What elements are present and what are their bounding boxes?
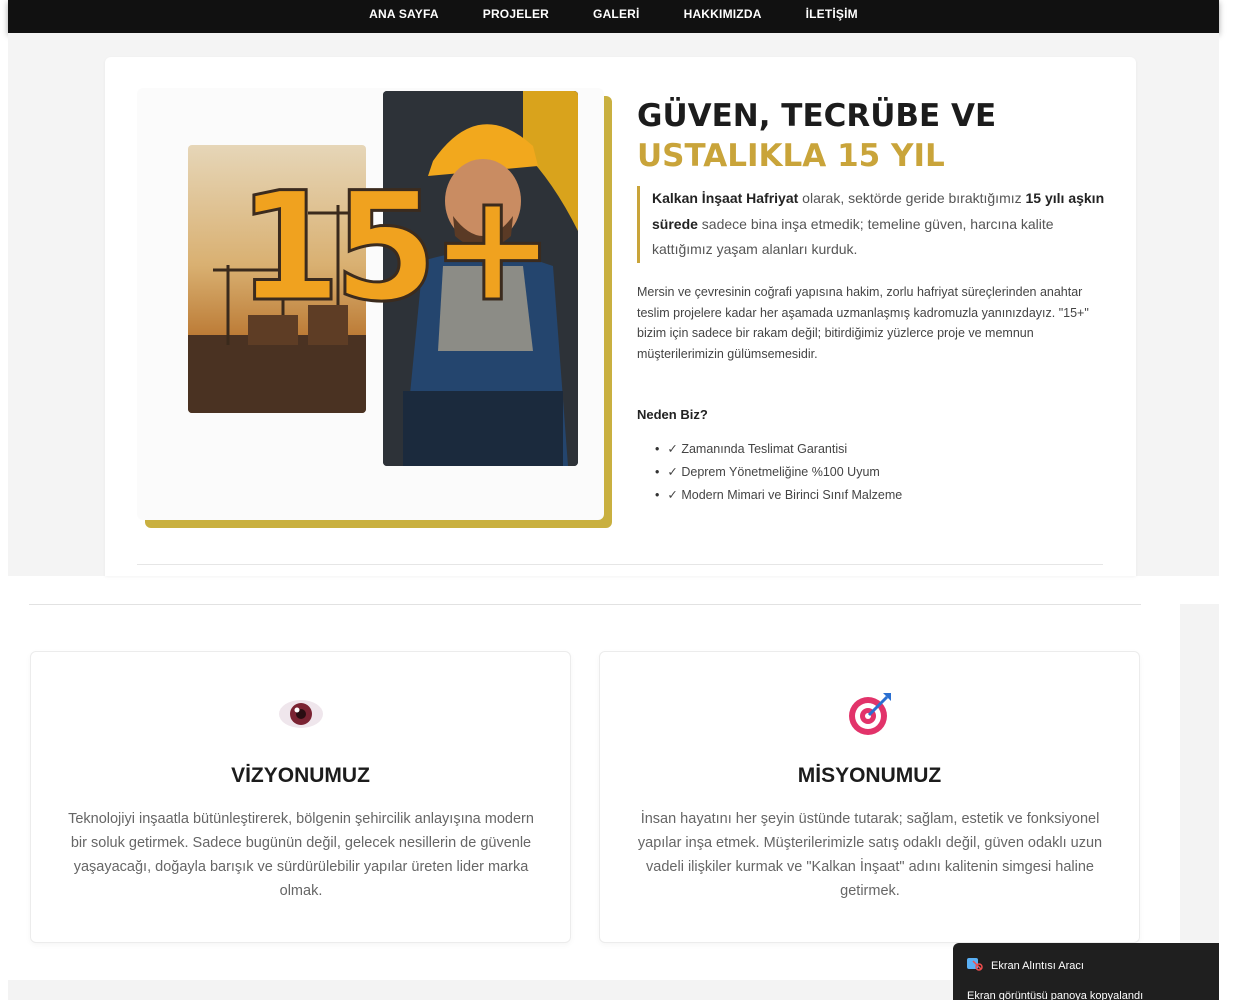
list-item: ✓ Zamanında Teslimat Garantisi xyxy=(655,438,902,461)
card-divider xyxy=(137,564,1103,565)
vision-title: VİZYONUMUZ xyxy=(231,764,370,787)
mission-card: MİSYONUMUZ İnsan hayatını her şeyin üstü… xyxy=(599,651,1140,943)
headline-line1: GÜVEN, TECRÜBE VE xyxy=(637,98,997,134)
headline-line2: USTALIKLA 15 YIL xyxy=(637,138,945,174)
section-divider xyxy=(29,604,1141,605)
nav-gallery[interactable]: GALERİ xyxy=(593,7,640,21)
eye-icon xyxy=(31,692,570,736)
snipping-tool-toast[interactable]: Ekran Alıntısı Aracı Ekran görüntüsü pan… xyxy=(953,943,1219,1000)
about-headline: GÜVEN, TECRÜBE VE USTALIKLA 15 YIL xyxy=(637,96,996,176)
page-edge-strip xyxy=(1180,604,1219,944)
vision-text: Teknolojiyi inşaatla bütünleştirerek, bö… xyxy=(68,811,534,899)
nav-projects[interactable]: PROJELER xyxy=(483,7,549,21)
main-nav: ANA SAYFA PROJELER GALERİ HAKKIMIZDA İLE… xyxy=(8,0,1219,27)
target-icon xyxy=(600,692,1139,736)
why-us-title: Neden Biz? xyxy=(637,407,708,422)
mission-text: İnsan hayatını her şeyin üstünde tutarak… xyxy=(637,811,1103,899)
about-image: 15+ xyxy=(137,88,604,520)
fifteen-plus-overlay: 15+ xyxy=(235,161,556,335)
why-us-list: ✓ Zamanında Teslimat Garantisi ✓ Deprem … xyxy=(655,438,902,507)
vision-card: VİZYONUMUZ Teknolojiyi inşaatla bütünleş… xyxy=(30,651,571,943)
mission-title: MİSYONUMUZ xyxy=(797,764,942,787)
nav-about[interactable]: HAKKIMIZDA xyxy=(684,7,762,21)
nav-contact[interactable]: İLETİŞİM xyxy=(806,7,858,21)
toast-message: Ekran görüntüsü panoya kopyalandı xyxy=(967,990,1144,1000)
lead-text-1: olarak, sektörde geride bıraktığımız xyxy=(798,190,1026,206)
about-lead: Kalkan İnşaat Hafriyat olarak, sektörde … xyxy=(637,186,1107,263)
lead-company-name: Kalkan İnşaat Hafriyat xyxy=(652,190,799,206)
list-item: ✓ Modern Mimari ve Birinci Sınıf Malzeme xyxy=(655,484,902,507)
lead-text-2: sadece bina inşa etmedik; temeline güven… xyxy=(652,215,1054,258)
toast-app-name: Ekran Alıntısı Aracı xyxy=(991,959,1084,972)
top-navbar: ANA SAYFA PROJELER GALERİ HAKKIMIZDA İLE… xyxy=(8,0,1219,33)
toast-header: Ekran Alıntısı Aracı xyxy=(967,957,1084,974)
snipping-tool-icon xyxy=(967,957,983,974)
about-body-text: Mersin ve çevresinin coğrafi yapısına ha… xyxy=(637,285,1089,361)
list-item: ✓ Deprem Yönetmeliğine %100 Uyum xyxy=(655,461,902,484)
nav-home[interactable]: ANA SAYFA xyxy=(369,7,439,21)
